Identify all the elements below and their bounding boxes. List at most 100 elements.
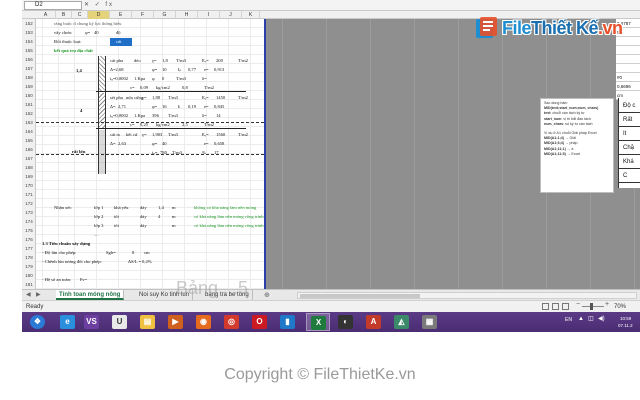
row-header[interactable]: 153 [22,28,36,37]
cell-r164b[interactable]: kết cứ [126,130,137,139]
right-table-cell[interactable]: Độ c [619,100,640,113]
cell-r160h[interactable]: T/m2 [238,93,248,102]
zoom-in-icon[interactable]: + [605,301,609,308]
zoom-slider-track[interactable] [582,306,604,307]
row-header[interactable]: 168 [22,163,36,172]
cell-r157a[interactable]: Δ=2,68 [110,65,124,74]
cell-r161f[interactable]: 0,19 [188,102,196,111]
cell-r173d[interactable]: dày [140,212,147,221]
cell-r162e[interactable]: δ= [202,111,207,120]
cell-r165b[interactable]: 2,63 [118,139,126,148]
cell-r172e[interactable]: 1,4 [158,203,164,212]
right-table-cell[interactable]: Rất [619,114,640,127]
cell-r164a[interactable]: cát to [110,130,120,139]
zoom-out-icon[interactable]: − [576,301,580,308]
cell-r165a[interactable]: Δ= [110,139,116,148]
cell-r156d[interactable]: 1,8 [162,56,168,65]
taskbar-camera[interactable]: ◐ [334,313,358,331]
cell-r160a[interactable]: sét pha [110,93,123,102]
row-header[interactable]: 180 [22,271,36,280]
cell-r153d[interactable]: độ [116,28,121,37]
cell-r161e[interactable]: Iₗ [178,102,180,111]
row-header[interactable]: 163 [22,118,36,127]
row-header[interactable]: 173 [22,208,36,217]
cell-r157b[interactable]: φ= [152,65,157,74]
cell-r174d[interactable]: dày [140,221,147,230]
cell-r161a[interactable]: Δ= [110,102,116,111]
cell-r160d[interactable]: 1,88 [152,93,160,102]
zoom-percent[interactable]: 70% [614,303,626,311]
cell-r161h[interactable]: 0,845 [214,102,224,111]
tab-scroll-left-icon[interactable]: ◀ [26,291,31,300]
page-layout-view-icon[interactable] [552,303,559,310]
cell-r177b[interactable]: Sgh= [106,248,116,257]
cell-r178a[interactable]: - Chênh lún tương đối cho phép: [42,257,102,266]
cell-r164e[interactable]: T/m3 [168,130,178,139]
taskbar-viewer[interactable]: ▦ [418,313,442,331]
row-header[interactable]: 175 [22,226,36,235]
cell-r173g[interactable]: có khả năng làm nền móng công trình [194,212,264,221]
cell-r177d[interactable]: cm [144,248,150,257]
row-header[interactable]: 165 [22,136,36,145]
cell-r160f[interactable]: Eₒ= [202,93,209,102]
row-header[interactable]: 158 [22,73,36,82]
cell-r153c[interactable]: 40 [94,28,99,37]
row-header[interactable]: 162 [22,109,36,118]
cell-r157e[interactable]: 0,77 [188,65,196,74]
row-header[interactable]: 179 [22,262,36,271]
row-header[interactable]: 176 [22,235,36,244]
horizontal-scrollbar-thumb[interactable] [300,294,420,298]
cell-r157c[interactable]: 10 [162,65,167,74]
cell-r154a[interactable]: Đổi thuộc loại: [54,37,82,46]
taskbar-opera[interactable]: O [248,313,272,331]
cell-r172f[interactable]: m [172,203,176,212]
cell-layer2-thickness[interactable]: 4 [80,106,82,115]
cell-r166a[interactable]: tᵩ= [152,148,157,157]
right-cell[interactable] [616,46,640,55]
cell-r164g[interactable]: 1560 [216,130,225,139]
column-header-d[interactable]: D [88,11,110,19]
row-header[interactable]: 164 [22,127,36,136]
row-header[interactable]: 177 [22,244,36,253]
cell-r178b[interactable]: ΔS/L = [128,257,141,266]
cell-r162d[interactable]: T/m3 [168,111,178,120]
column-header-e[interactable]: E [110,11,132,19]
cell-r165f[interactable]: 0,658 [214,139,224,148]
cell-r174f[interactable]: m [172,221,176,230]
cell-r162a[interactable]: tᵩ=0,0002 [110,111,128,120]
cell-r154b[interactable]: cát [116,37,121,46]
column-header-h[interactable]: H [176,11,198,19]
clock-time[interactable]: 10:59 [620,316,631,321]
column-header-c[interactable]: C [72,11,88,19]
column-header-g[interactable]: G [154,11,176,19]
right-table-cell[interactable]: It [619,128,640,141]
right-table-cell[interactable]: C [619,170,640,183]
taskbar-start-orb[interactable]: ❖ [26,313,50,331]
right-cell[interactable] [616,55,640,64]
column-header-i[interactable]: I [198,11,220,19]
tray-arrow-icon[interactable]: ▲ [578,316,584,322]
row-header[interactable]: 166 [22,145,36,154]
cell-r166e[interactable]: 17 [214,148,219,157]
cell-r158b[interactable]: 1.Kpa [134,74,145,83]
cell-r173b[interactable]: lớp 2 [94,212,103,221]
cell-r156e[interactable]: T/m3 [176,56,186,65]
cell-r174b[interactable]: lớp 3 [94,221,103,230]
cell-r156b[interactable]: dẻo [134,56,141,65]
cell-r176[interactable]: 1.3 Tiêu chuẩn xây dựng [42,239,90,248]
cell-r158f[interactable]: δ= [202,74,207,83]
cell-r178c[interactable]: 0,2% [142,257,152,266]
cell-r162b[interactable]: 1.Kpa [134,111,145,120]
row-header[interactable]: 161 [22,100,36,109]
volume-icon[interactable]: ◀) [598,316,605,322]
cell-r180b[interactable]: Fs= [80,275,87,284]
taskbar-blue-app[interactable]: ▮ [276,313,300,331]
cell-r161b[interactable]: 2,71 [118,102,126,111]
cell-r158a[interactable]: tᵩ=0,0002 [110,74,128,83]
right-cell[interactable]: 0,6696 [616,82,640,91]
name-box[interactable]: D2 [24,1,82,10]
right-table-cell[interactable]: Khá [619,156,640,169]
taskbar-autocad[interactable]: A [362,313,386,331]
cell-r180a[interactable]: - Hệ số an toàn: [42,275,71,284]
cell-r163c[interactable]: kg/cm2 [156,120,170,129]
